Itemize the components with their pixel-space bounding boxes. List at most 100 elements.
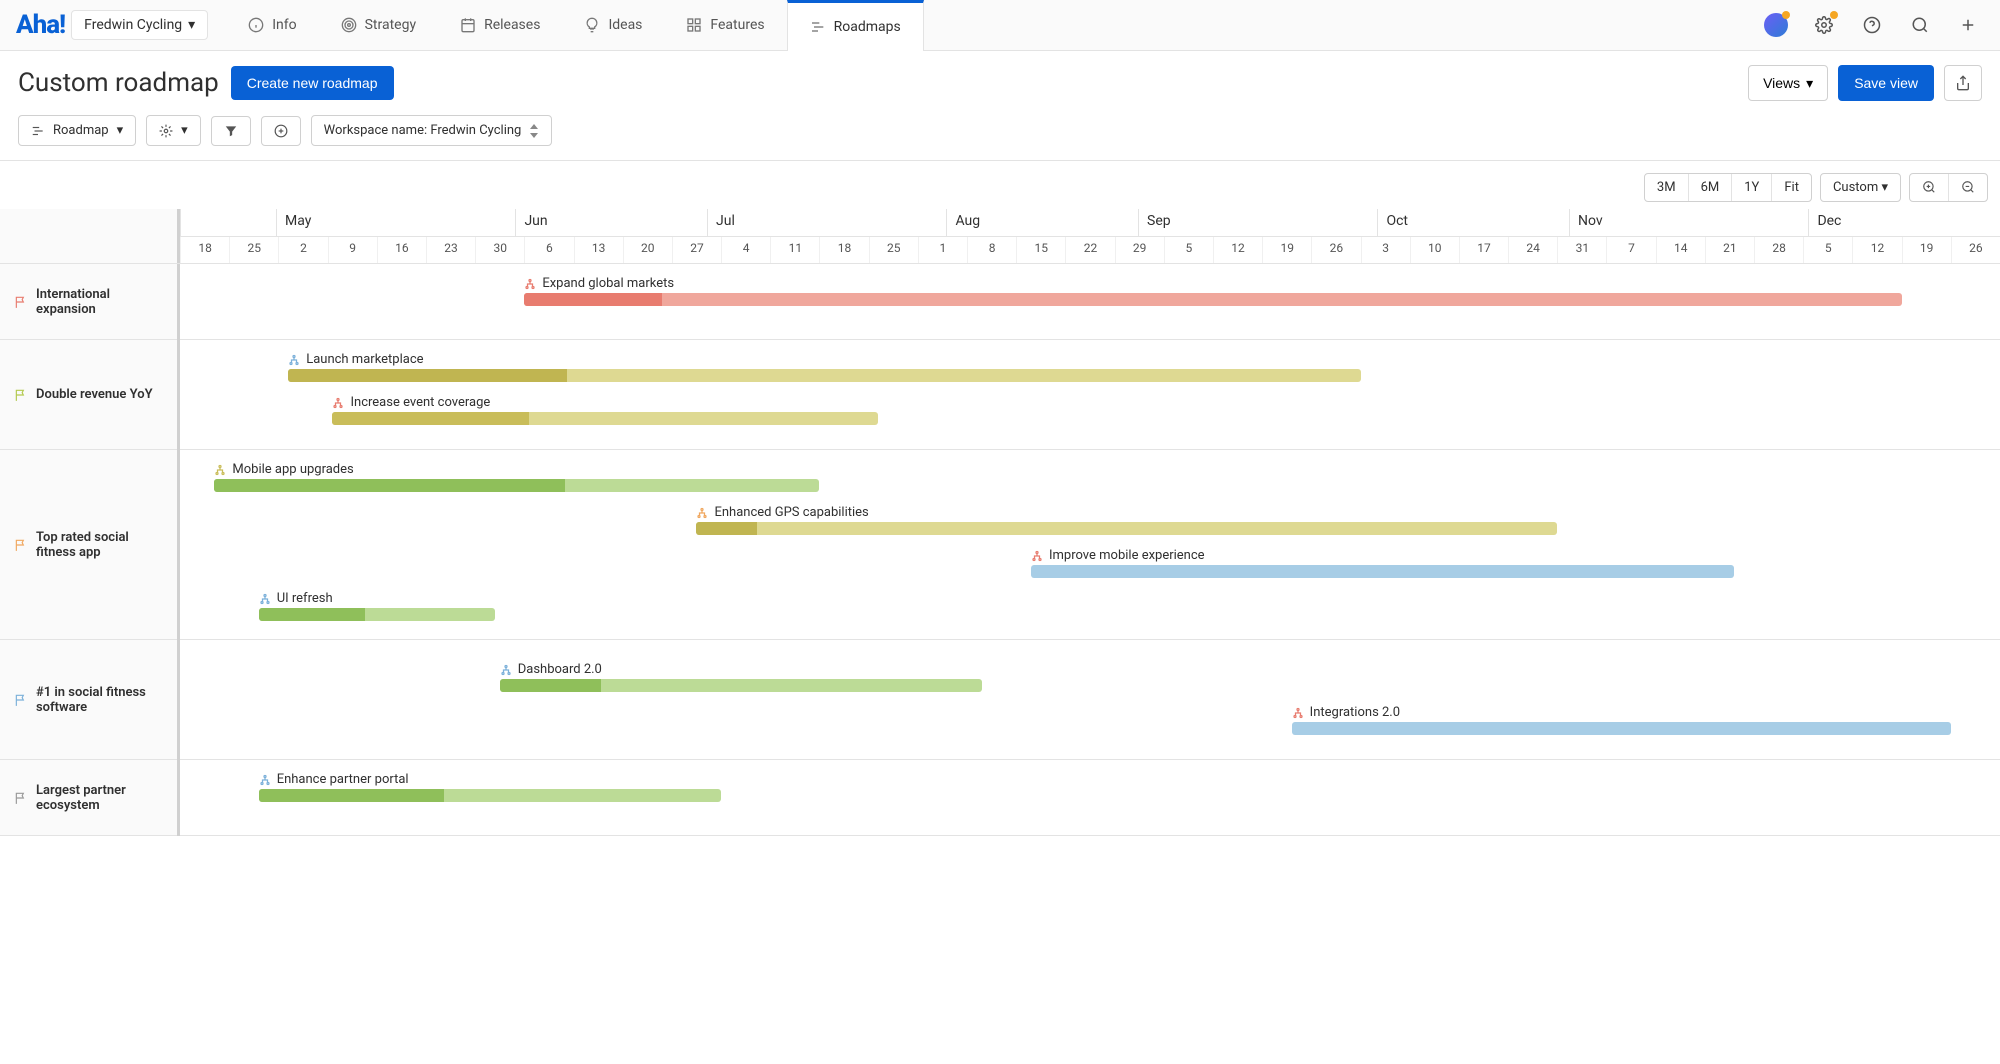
day-header: 10	[1410, 237, 1459, 263]
bar-label: Enhanced GPS capabilities	[714, 505, 868, 520]
day-header: 25	[869, 237, 918, 263]
day-header: 20	[623, 237, 672, 263]
day-header: 12	[1852, 237, 1901, 263]
gantt-bar[interactable]: Expand global markets	[524, 276, 1901, 306]
help-icon	[1863, 16, 1881, 34]
gantt-bar[interactable]: UI refresh	[259, 591, 495, 621]
month-header: Nov	[1569, 209, 1808, 236]
row-name: International expansion	[36, 287, 163, 317]
hierarchy-icon	[1031, 550, 1043, 562]
day-header: 12	[1213, 237, 1262, 263]
ideas-icon	[584, 17, 600, 33]
nav-label: Info	[272, 17, 296, 33]
row-label[interactable]: Double revenue YoY	[0, 340, 177, 450]
nav-info[interactable]: Info	[226, 0, 318, 51]
releases-icon	[460, 17, 476, 33]
chevron-down-icon: ▾	[188, 17, 195, 33]
info-icon	[248, 17, 264, 33]
workspace-selector[interactable]: Fredwin Cycling ▾	[71, 10, 208, 40]
zoom-in-out	[1909, 173, 1988, 202]
hierarchy-icon	[288, 354, 300, 366]
views-button[interactable]: Views ▾	[1748, 65, 1828, 101]
nav-roadmaps[interactable]: Roadmaps	[787, 0, 924, 51]
gantt-bar[interactable]: Enhanced GPS capabilities	[696, 505, 1557, 535]
hierarchy-icon	[696, 507, 708, 519]
filter-icon	[224, 124, 238, 138]
day-header: 8	[967, 237, 1016, 263]
page-title: Custom roadmap	[18, 68, 219, 98]
day-header: 17	[1459, 237, 1508, 263]
month-header: Aug	[946, 209, 1138, 236]
day-header: 26	[1311, 237, 1360, 263]
avatar-button[interactable]	[1760, 9, 1792, 41]
zoom-1y[interactable]: 1Y	[1732, 174, 1772, 201]
day-header: 1	[918, 237, 967, 263]
bar-label: Increase event coverage	[350, 395, 490, 410]
workspace-filter-label: Workspace name: Fredwin Cycling	[324, 123, 522, 138]
zoom-out-button[interactable]	[1949, 174, 1987, 201]
nav-label: Releases	[484, 17, 540, 33]
day-header: 31	[1557, 237, 1606, 263]
nav-label: Roadmaps	[834, 19, 901, 35]
nav-strategy[interactable]: Strategy	[319, 0, 438, 51]
day-header: 26	[1951, 237, 2000, 263]
chevron-down-icon: ▾	[1806, 75, 1813, 92]
filter-button[interactable]	[211, 116, 251, 146]
nav-ideas[interactable]: Ideas	[562, 0, 664, 51]
gantt-bar[interactable]: Integrations 2.0	[1292, 705, 1951, 735]
hierarchy-icon	[524, 278, 536, 290]
row-label[interactable]: #1 in social fitness software	[0, 640, 177, 760]
zoom-fit[interactable]: Fit	[1772, 174, 1811, 201]
bar-label: Mobile app upgrades	[232, 462, 353, 477]
title-bar: Custom roadmap Create new roadmap Views ▾…	[0, 51, 2000, 115]
create-roadmap-button[interactable]: Create new roadmap	[231, 66, 394, 100]
help-button[interactable]	[1856, 9, 1888, 41]
views-label: Views	[1763, 75, 1800, 91]
gear-icon	[159, 124, 173, 138]
row-name: Top rated social fitness app	[36, 530, 163, 560]
row-bars: Mobile app upgrades Enhanced GPS capabil…	[180, 450, 2000, 640]
day-header: 15	[1016, 237, 1065, 263]
strategy-icon	[341, 17, 357, 33]
month-header: Dec	[1808, 209, 2000, 236]
zoom-custom-label: Custom	[1833, 180, 1878, 195]
zoom-3m[interactable]: 3M	[1645, 174, 1689, 201]
add-button[interactable]	[1952, 9, 1984, 41]
day-header: 2	[278, 237, 327, 263]
settings-button[interactable]	[1808, 9, 1840, 41]
add-filter-button[interactable]	[261, 116, 301, 146]
day-header: 24	[1508, 237, 1557, 263]
day-header: 7	[1606, 237, 1655, 263]
flag-icon	[14, 791, 28, 805]
gantt-chart: 3M6M1YFit Custom ▾ MayJunJulAugSepOctNov…	[0, 160, 2000, 836]
row-label[interactable]: Top rated social fitness app	[0, 450, 177, 640]
day-header: 9	[328, 237, 377, 263]
nav-releases[interactable]: Releases	[438, 0, 562, 51]
search-button[interactable]	[1904, 9, 1936, 41]
row-label[interactable]: Largest partner ecosystem	[0, 760, 177, 836]
gantt-bar[interactable]: Launch marketplace	[288, 352, 1360, 382]
gantt-bar[interactable]: Enhance partner portal	[259, 772, 721, 802]
zoom-custom[interactable]: Custom ▾	[1820, 173, 1901, 202]
row-label[interactable]: International expansion	[0, 264, 177, 340]
bar-label: Enhance partner portal	[277, 772, 409, 787]
day-header: 14	[1656, 237, 1705, 263]
roadmap-type-selector[interactable]: Roadmap ▾	[18, 115, 136, 146]
bar-label: UI refresh	[277, 591, 333, 606]
month-header: Sep	[1138, 209, 1377, 236]
settings-dropdown[interactable]: ▾	[146, 115, 201, 146]
nav-label: Features	[710, 17, 764, 33]
gantt-bar[interactable]: Improve mobile experience	[1031, 548, 1734, 578]
zoom-6m[interactable]: 6M	[1689, 174, 1733, 201]
share-button[interactable]	[1944, 65, 1982, 101]
zoom-in-button[interactable]	[1910, 174, 1949, 201]
gantt-bar[interactable]: Mobile app upgrades	[214, 462, 819, 492]
save-view-button[interactable]: Save view	[1838, 65, 1934, 101]
nav-label: Strategy	[365, 17, 416, 33]
workspace-filter[interactable]: Workspace name: Fredwin Cycling	[311, 115, 553, 146]
nav-features[interactable]: Features	[664, 0, 786, 51]
month-header: Oct	[1377, 209, 1569, 236]
gantt-bar[interactable]: Increase event coverage	[332, 395, 878, 425]
gantt-bar[interactable]: Dashboard 2.0	[500, 662, 982, 692]
flag-icon	[14, 388, 28, 402]
